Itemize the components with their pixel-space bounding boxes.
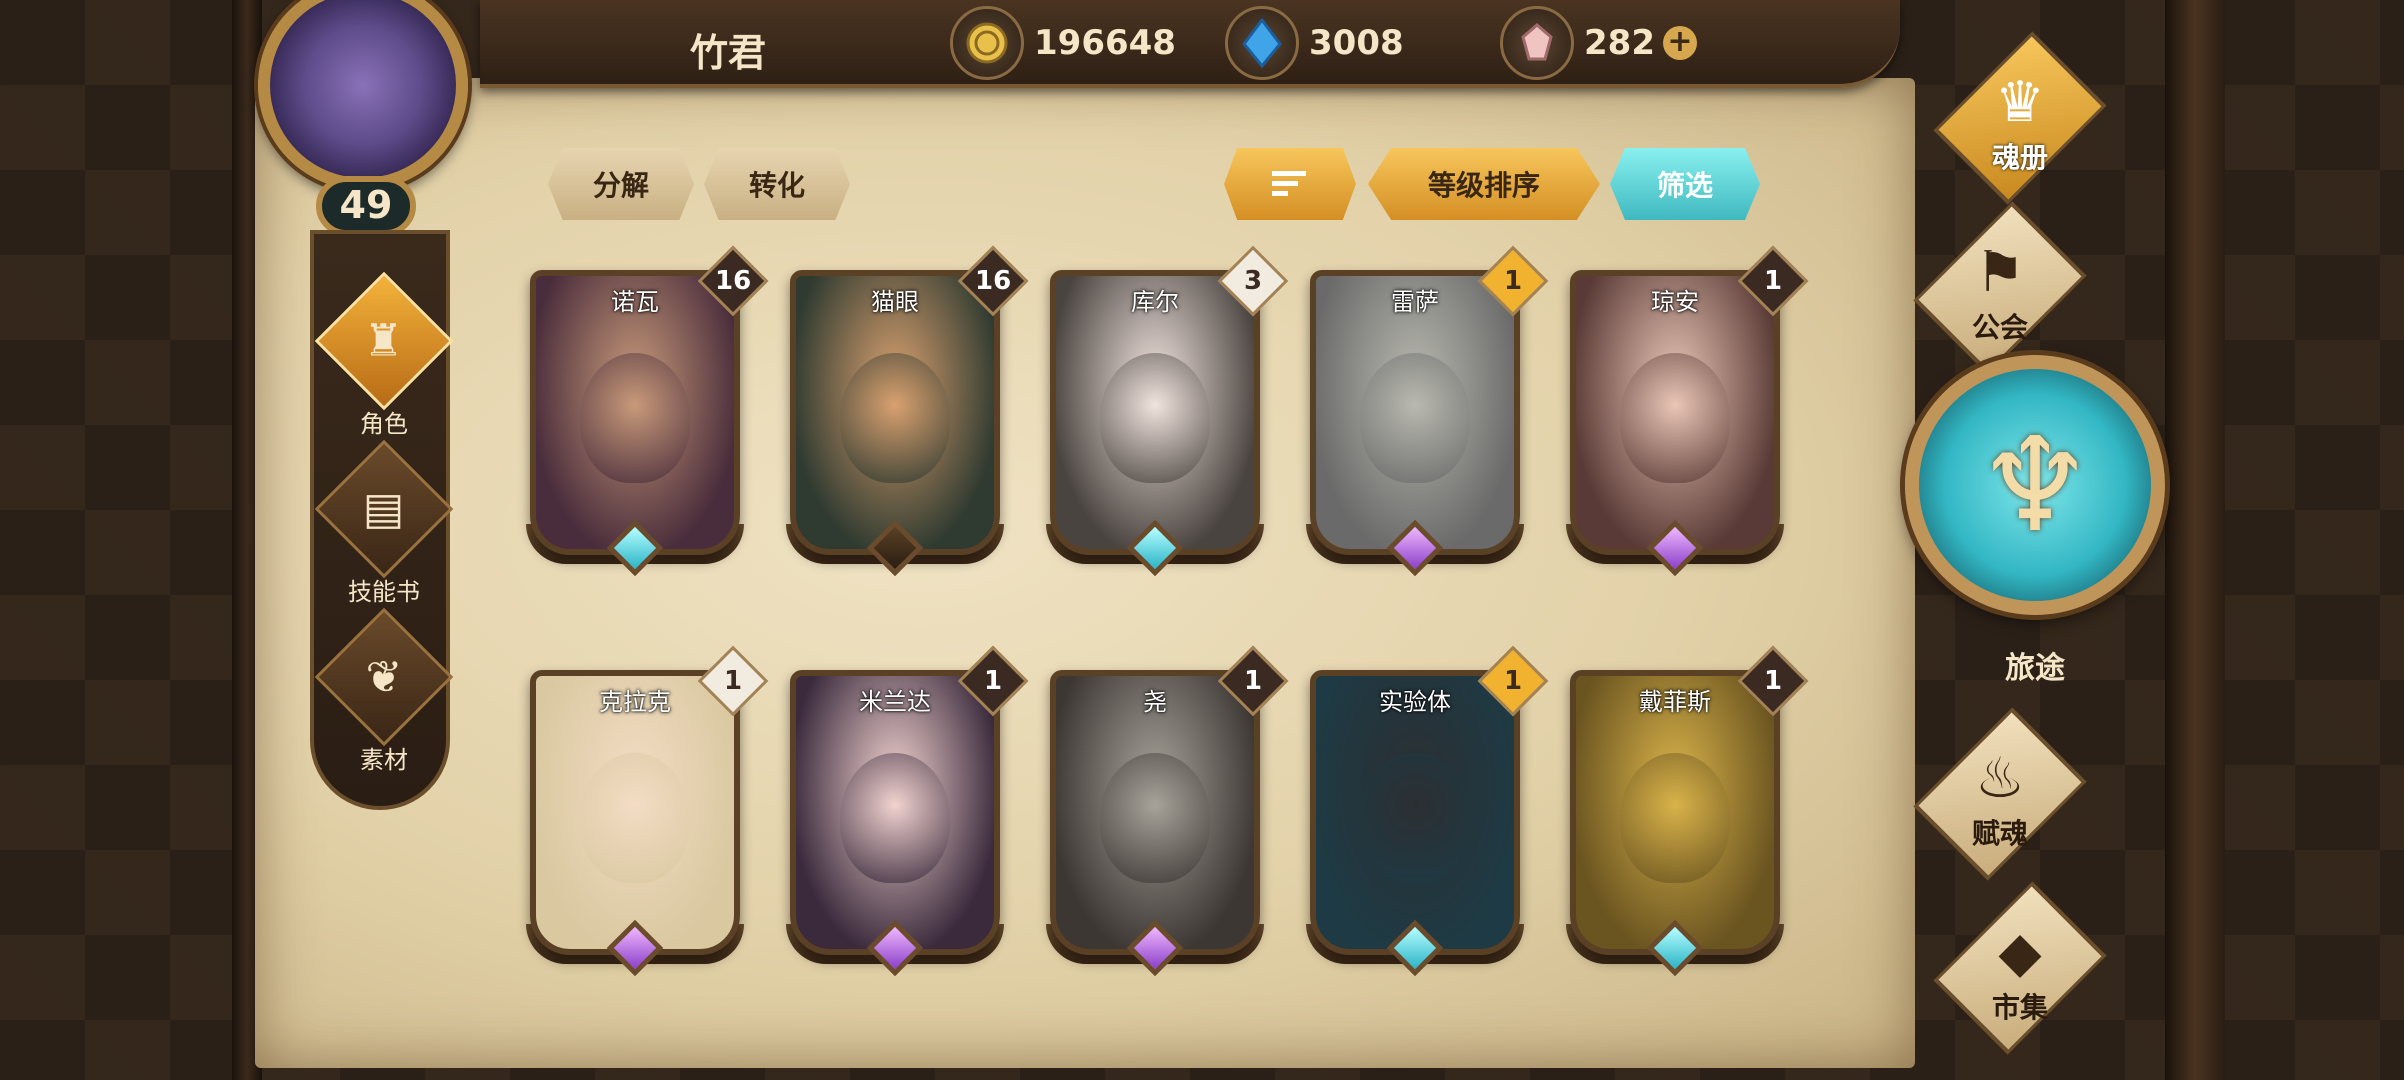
add-gem-button[interactable]: + xyxy=(1662,26,1697,60)
filter-button[interactable]: 筛选 xyxy=(1610,148,1760,220)
count-value: 1 xyxy=(1763,266,1783,296)
gold-value: 196648 xyxy=(1034,23,1176,63)
card-portrait: 尧 xyxy=(1050,670,1260,955)
character-card[interactable]: 猫眼 16 xyxy=(786,245,1029,577)
player-avatar[interactable]: 49 xyxy=(248,0,498,236)
soul-book-button[interactable]: ♛ 魂册 xyxy=(1910,31,2130,205)
character-card[interactable]: 米兰达 1 xyxy=(786,645,1029,977)
character-portrait xyxy=(1100,752,1210,883)
gem-resource: 282 + xyxy=(1500,6,1697,80)
right-frame xyxy=(2165,0,2225,1080)
card-portrait: 琼安 xyxy=(1570,270,1780,555)
decompose-button[interactable]: 分解 xyxy=(548,148,694,220)
character-portrait xyxy=(580,352,690,483)
soul-book-label: 魂册 xyxy=(1991,141,2048,174)
character-portrait xyxy=(1360,352,1470,483)
avatar xyxy=(258,0,468,190)
card-portrait: 克拉克 xyxy=(530,670,740,955)
skill-book-icon: ▤ xyxy=(363,483,405,535)
character-card[interactable]: 克拉克 1 xyxy=(526,645,769,977)
count-value: 16 xyxy=(714,266,752,296)
count-value: 1 xyxy=(1503,266,1523,296)
character-card[interactable]: 实验体 1 xyxy=(1306,645,1549,977)
crystal-resource: 3008 xyxy=(1225,6,1404,80)
card-portrait: 雷萨 xyxy=(1310,270,1520,555)
character-portrait xyxy=(840,752,950,883)
guild-button[interactable]: ⚑ 公会 xyxy=(1890,201,2110,375)
player-level: 49 xyxy=(316,176,416,236)
level-sort-button[interactable]: 等级排序 xyxy=(1368,148,1600,220)
soul-grant-button[interactable]: ♨ 赋魂 xyxy=(1890,707,2110,881)
crystal-value: 3008 xyxy=(1309,23,1404,63)
nav-item-skill-book[interactable]: ▤ 技能书 xyxy=(314,439,454,607)
card-portrait: 猫眼 xyxy=(790,270,1000,555)
sort-order-button[interactable] xyxy=(1224,148,1356,220)
card-portrait: 戴菲斯 xyxy=(1570,670,1780,955)
guild-icon: ⚑ xyxy=(1974,240,2026,305)
count-value: 16 xyxy=(974,266,1012,296)
journey-button[interactable]: ♆ 旅途 xyxy=(1905,355,2165,686)
soul-book-icon: ♛ xyxy=(1994,70,2046,135)
character-portrait xyxy=(840,352,950,483)
nav-item-material[interactable]: ❦ 素材 xyxy=(314,607,454,775)
count-value: 1 xyxy=(723,666,743,696)
nav-item-character[interactable]: ♜ 角色 xyxy=(314,271,454,439)
convert-button[interactable]: 转化 xyxy=(704,148,850,220)
market-gem-icon: ◆ xyxy=(1998,920,2042,985)
character-portrait xyxy=(1620,352,1730,483)
blue-crystal-icon xyxy=(1225,6,1299,80)
market-button[interactable]: ◆ 市集 xyxy=(1910,881,2130,1055)
sort-icon xyxy=(1272,171,1306,196)
guild-label: 公会 xyxy=(1971,311,2028,344)
count-value: 3 xyxy=(1243,266,1263,296)
count-value: 1 xyxy=(1243,666,1263,696)
count-value: 1 xyxy=(983,666,1003,696)
character-card[interactable]: 琼安 1 xyxy=(1566,245,1809,577)
card-portrait: 库尔 xyxy=(1050,270,1260,555)
count-value: 1 xyxy=(1503,666,1523,696)
character-icon: ♜ xyxy=(364,315,404,367)
character-card[interactable]: 雷萨 1 xyxy=(1306,245,1549,577)
material-icon: ❦ xyxy=(365,651,403,703)
count-value: 1 xyxy=(1763,666,1783,696)
journey-label: 旅途 xyxy=(2005,651,2065,686)
flame-icon: ♨ xyxy=(1974,746,2026,811)
market-label: 市集 xyxy=(1991,991,2048,1024)
pink-gem-icon xyxy=(1500,6,1574,80)
soul-grant-label: 赋魂 xyxy=(1971,817,2028,850)
gold-coin-icon xyxy=(950,6,1024,80)
character-card[interactable]: 库尔 3 xyxy=(1046,245,1289,577)
player-name: 竹君 xyxy=(690,31,767,75)
character-portrait xyxy=(580,752,690,883)
character-card[interactable]: 戴菲斯 1 xyxy=(1566,645,1809,977)
character-card[interactable]: 诺瓦 16 xyxy=(526,245,769,577)
card-portrait: 实验体 xyxy=(1310,670,1520,955)
card-portrait: 米兰达 xyxy=(790,670,1000,955)
character-portrait xyxy=(1100,352,1210,483)
trident-icon: ♆ xyxy=(1976,409,2094,561)
character-card[interactable]: 尧1 xyxy=(1046,645,1289,977)
card-portrait: 诺瓦 xyxy=(530,270,740,555)
gem-value: 282 xyxy=(1584,23,1655,63)
character-portrait xyxy=(1620,752,1730,883)
gold-resource: 196648 xyxy=(950,6,1176,80)
left-nav: ♜ 角色 ▤ 技能书 ❦ 素材 xyxy=(310,230,454,810)
character-portrait xyxy=(1360,752,1470,883)
